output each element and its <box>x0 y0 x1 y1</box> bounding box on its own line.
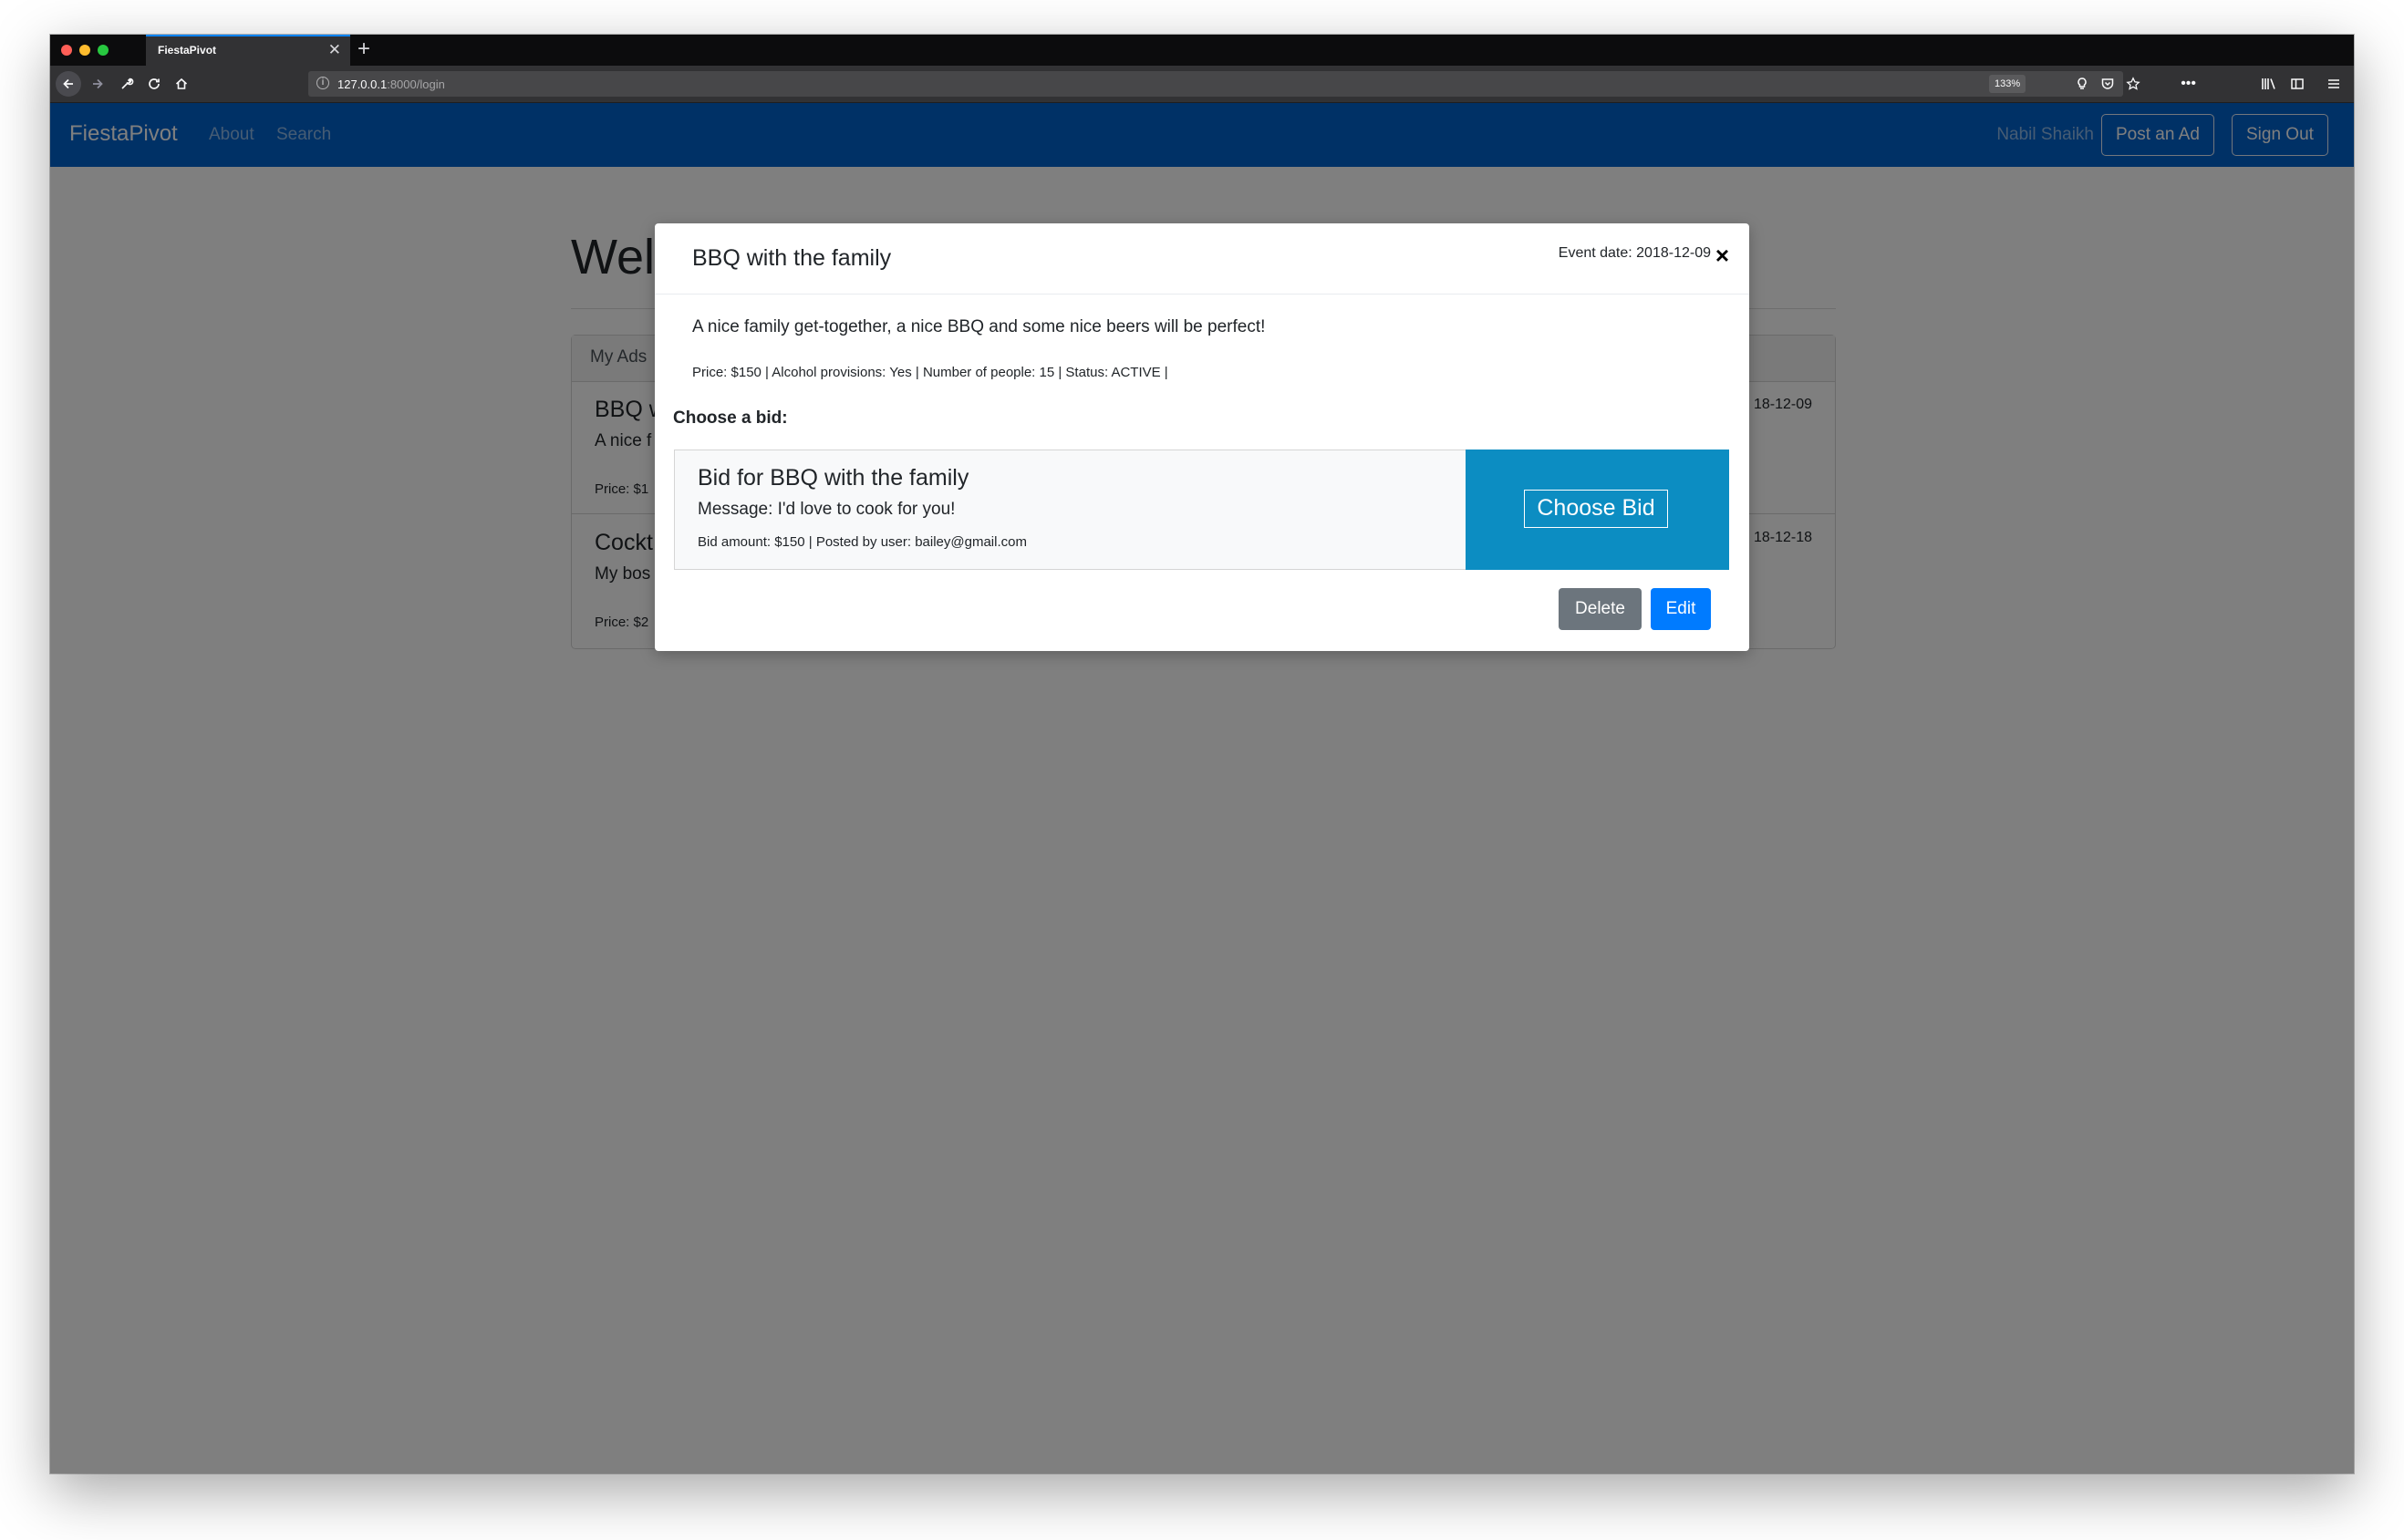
ad-description: A nice family get-together, a nice BBQ a… <box>692 317 1266 336</box>
new-tab-icon[interactable]: + <box>357 37 370 61</box>
zoom-level-badge[interactable]: 133% <box>1989 75 2026 93</box>
wrench-icon[interactable] <box>114 71 140 97</box>
lightbulb-icon[interactable] <box>2075 71 2089 100</box>
reload-icon <box>149 78 160 89</box>
url-host: 127.0.0.1 <box>337 78 388 91</box>
forward-button[interactable] <box>85 71 110 97</box>
modal-header: BBQ with the family Event date: 2018-12-… <box>655 223 1749 295</box>
ad-meta: Price: $150 | Alcohol provisions: Yes | … <box>692 365 1168 380</box>
maximize-window-icon[interactable] <box>98 45 109 56</box>
page-actions-icon[interactable]: ••• <box>2181 71 2196 97</box>
site-info-icon[interactable]: i <box>316 77 329 89</box>
tab-title: FiestaPivot <box>158 44 217 57</box>
browser-toolbar: i 127.0.0.1:8000/login ••• 133% <box>50 66 2354 103</box>
bookmark-star-icon[interactable] <box>2126 71 2140 100</box>
menu-icon[interactable] <box>2326 71 2341 100</box>
modal-title: BBQ with the family <box>692 245 892 271</box>
ad-detail-modal: BBQ with the family Event date: 2018-12-… <box>655 223 1749 651</box>
bid-action-panel: Choose Bid <box>1466 450 1729 570</box>
close-icon[interactable]: × <box>1715 243 1729 267</box>
back-button[interactable] <box>56 71 81 97</box>
browser-tab[interactable]: FiestaPivot ✕ <box>146 35 350 66</box>
sidebar-icon[interactable] <box>2290 71 2305 100</box>
delete-button[interactable]: Delete <box>1559 588 1642 630</box>
close-window-icon[interactable] <box>61 45 72 56</box>
back-arrow-icon <box>63 78 73 89</box>
edit-button[interactable]: Edit <box>1651 588 1711 630</box>
minimize-window-icon[interactable] <box>79 45 90 56</box>
event-date: Event date: 2018-12-09 <box>1558 245 1711 261</box>
home-icon <box>175 78 188 89</box>
tab-close-icon[interactable]: ✕ <box>328 41 341 59</box>
home-button[interactable] <box>169 71 194 97</box>
bid-title: Bid for BBQ with the family <box>698 465 969 491</box>
bid-message: Message: I'd love to cook for you! <box>698 500 956 519</box>
url-path: :8000/login <box>387 78 445 91</box>
bid-card: Bid for BBQ with the family Message: I'd… <box>674 450 1729 570</box>
library-icon[interactable] <box>2261 71 2277 100</box>
pocket-icon[interactable] <box>2100 71 2115 100</box>
tab-strip: FiestaPivot ✕ + <box>50 35 2354 66</box>
forward-arrow-icon <box>93 78 103 89</box>
url-bar[interactable]: i 127.0.0.1:8000/login ••• <box>308 71 2196 97</box>
choose-bid-heading: Choose a bid: <box>673 408 788 428</box>
browser-window: FiestaPivot ✕ + i 127.0.0.1:8000/login •… <box>50 35 2354 1473</box>
choose-bid-button[interactable]: Choose Bid <box>1524 490 1668 528</box>
reload-button[interactable] <box>141 71 167 97</box>
url-text[interactable]: 127.0.0.1:8000/login <box>337 78 445 91</box>
bid-meta: Bid amount: $150 | Posted by user: baile… <box>698 534 1027 550</box>
